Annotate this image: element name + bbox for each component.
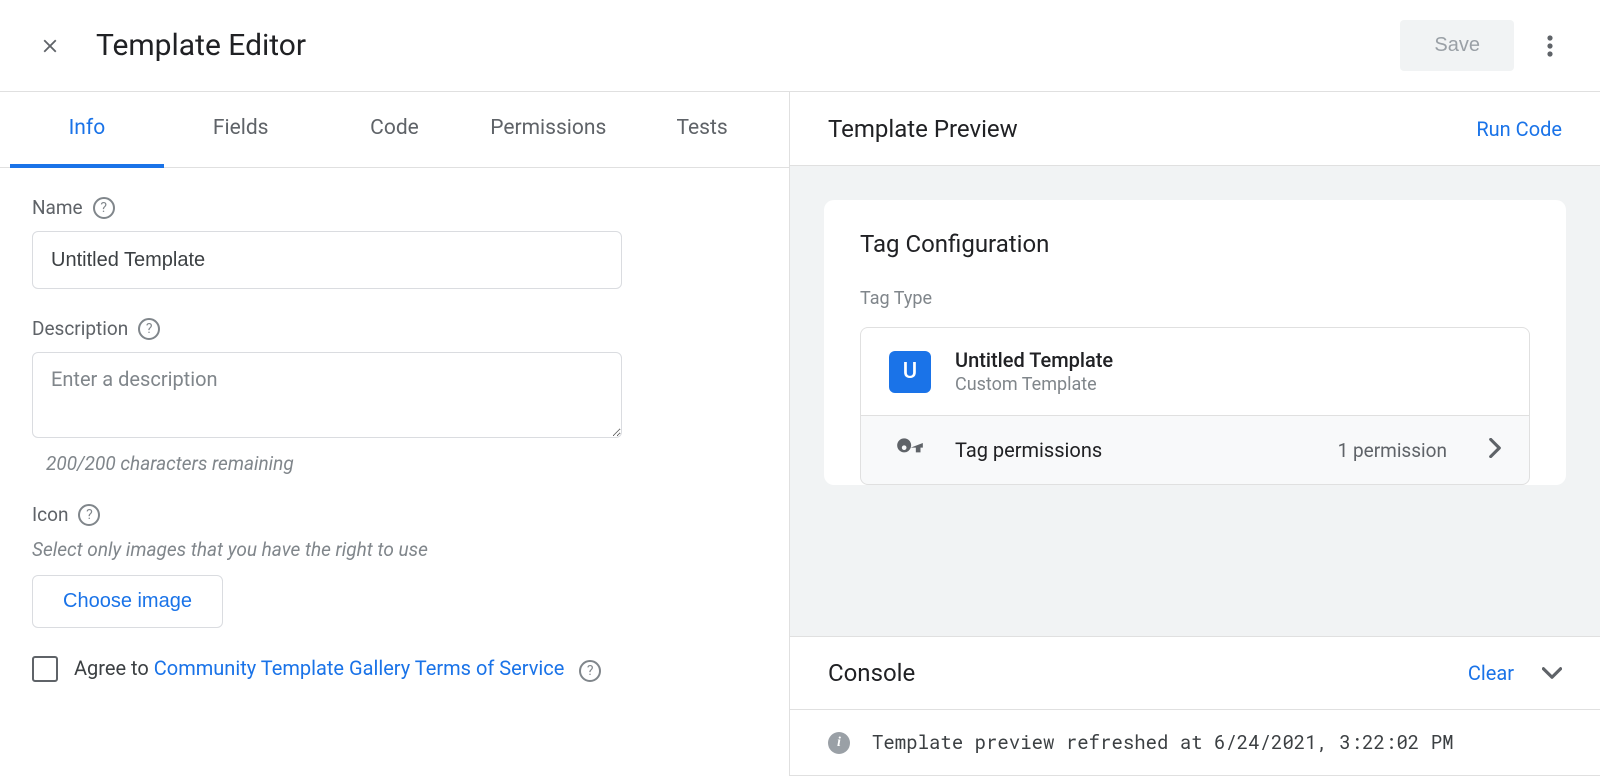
chevron-down-icon[interactable]: [1542, 664, 1562, 683]
preview-panel: Template Preview Run Code Tag Configurat…: [790, 92, 1600, 776]
tab-tests[interactable]: Tests: [625, 92, 779, 167]
name-input[interactable]: [32, 231, 622, 289]
run-code-button[interactable]: Run Code: [1476, 117, 1562, 141]
console-title: Console: [828, 659, 915, 687]
name-label: Name: [32, 196, 83, 219]
tag-type-label: Tag Type: [860, 288, 1530, 309]
console-message: Template preview refreshed at 6/24/2021,…: [872, 730, 1454, 755]
save-button[interactable]: Save: [1400, 20, 1514, 71]
key-icon: [889, 436, 931, 464]
tag-badge-icon: U: [889, 351, 931, 393]
description-label: Description: [32, 317, 128, 340]
permissions-label: Tag permissions: [955, 438, 1314, 462]
tab-info[interactable]: Info: [10, 92, 164, 168]
description-textarea[interactable]: [32, 352, 622, 438]
page-title: Template Editor: [96, 28, 1400, 63]
close-icon[interactable]: [36, 32, 64, 60]
tab-code[interactable]: Code: [318, 92, 472, 167]
icon-hint: Select only images that you have the rig…: [32, 538, 757, 561]
preview-title: Template Preview: [828, 115, 1018, 143]
help-icon[interactable]: ?: [138, 318, 160, 340]
icon-label: Icon: [32, 503, 68, 526]
agree-prefix: Agree to: [74, 656, 154, 680]
card-title: Tag Configuration: [860, 230, 1530, 258]
help-icon[interactable]: ?: [579, 660, 601, 682]
permissions-count: 1 permission: [1338, 439, 1447, 462]
permissions-row[interactable]: Tag permissions 1 permission: [860, 415, 1530, 485]
terms-link[interactable]: Community Template Gallery Terms of Serv…: [154, 656, 565, 680]
clear-button[interactable]: Clear: [1468, 661, 1514, 685]
char-count: 200/200 characters remaining: [32, 452, 757, 475]
editor-tabs: Info Fields Code Permissions Tests: [0, 92, 789, 168]
chevron-right-icon: [1489, 438, 1501, 462]
tab-permissions[interactable]: Permissions: [471, 92, 625, 167]
editor-header: Template Editor Save: [0, 0, 1600, 92]
tag-name: Untitled Template: [955, 348, 1113, 372]
console-message-row: i Template preview refreshed at 6/24/202…: [790, 710, 1600, 776]
choose-image-button[interactable]: Choose image: [32, 575, 223, 628]
tag-subtitle: Custom Template: [955, 374, 1113, 395]
help-icon[interactable]: ?: [78, 504, 100, 526]
tab-fields[interactable]: Fields: [164, 92, 318, 167]
editor-panel: Info Fields Code Permissions Tests Name …: [0, 92, 790, 776]
more-menu-icon[interactable]: [1530, 26, 1570, 66]
tag-config-card: Tag Configuration Tag Type U Untitled Te…: [824, 200, 1566, 485]
agree-checkbox[interactable]: [32, 656, 58, 682]
info-icon: i: [828, 732, 850, 754]
agree-text: Agree to Community Template Gallery Term…: [74, 656, 601, 682]
help-icon[interactable]: ?: [93, 197, 115, 219]
tag-item[interactable]: U Untitled Template Custom Template: [860, 327, 1530, 415]
